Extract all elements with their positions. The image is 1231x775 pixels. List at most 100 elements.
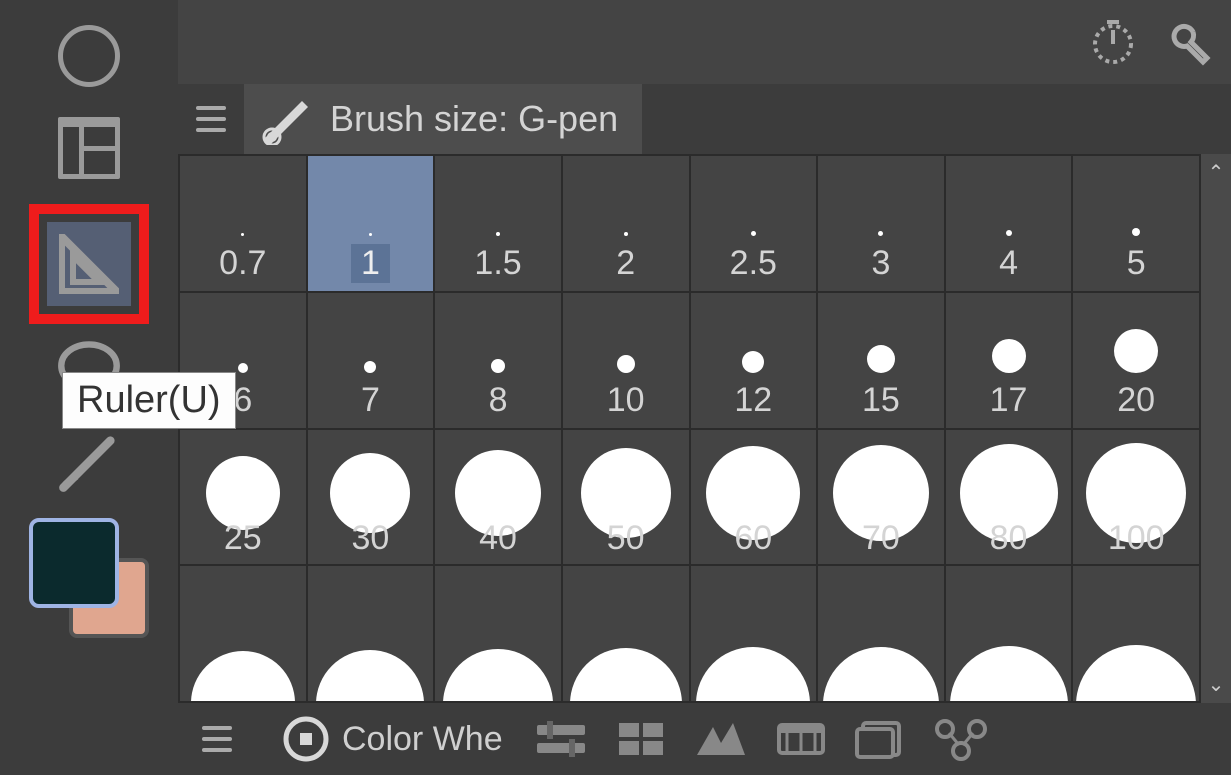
brush-size-tab[interactable]: Brush size: G-pen: [244, 84, 642, 154]
brush-dot: [1132, 228, 1140, 236]
brush-dot: [443, 649, 553, 701]
brush-dot: [992, 339, 1026, 373]
brush-size-label: 30: [352, 519, 390, 558]
brush-tool[interactable]: [49, 422, 129, 502]
circle-tool-icon: [58, 25, 120, 87]
brush-size-80[interactable]: 80: [946, 430, 1072, 565]
brush-size-grid: 0.71 1.5 2 2.5 3 4 5 6 7 8 10 121517 20 25 30 40 5060 70 8…: [178, 154, 1201, 703]
color-swatches[interactable]: [29, 518, 149, 638]
scroll-down-icon[interactable]: ⌄: [1208, 672, 1225, 697]
brush-size-label: 1.5: [474, 244, 521, 283]
topbar: [178, 0, 1231, 84]
brush-size-label: 20: [1117, 381, 1155, 420]
brush-size-label: 70: [862, 519, 900, 558]
brush-size-50[interactable]: 50: [563, 430, 689, 565]
brush-dot: [316, 650, 424, 701]
intermediate-color-tab-icon[interactable]: [693, 717, 749, 761]
brush-size-label: 5: [1127, 244, 1146, 283]
brush-size-partial-4[interactable]: [691, 566, 817, 701]
brush-size-5[interactable]: 5: [1073, 156, 1199, 291]
brush-size-partial-5[interactable]: [818, 566, 944, 701]
brush-size-label: 8: [489, 381, 508, 420]
brush-size-label: 40: [479, 519, 517, 558]
approximate-color-tab-icon[interactable]: [773, 717, 829, 761]
brush-size-partial-6[interactable]: [946, 566, 1072, 701]
brush-panel-header: Brush size: G-pen: [178, 84, 1231, 154]
brush-size-label: 2: [616, 244, 635, 283]
brush-size-15[interactable]: 15: [818, 293, 944, 428]
brush-size-3[interactable]: 3: [818, 156, 944, 291]
brush-size-1.5[interactable]: 1.5: [435, 156, 561, 291]
color-slider-tab-icon[interactable]: [533, 717, 589, 761]
brush-dot: [617, 355, 635, 373]
color-history-tab-icon[interactable]: [853, 717, 909, 761]
color-mixing-tab-icon[interactable]: [933, 717, 989, 761]
panel-menu-button[interactable]: [186, 94, 236, 144]
brush-size-body: 0.71 1.5 2 2.5 3 4 5 6 7 8 10 121517 20 25 30 40 5060 70 8…: [178, 154, 1231, 703]
brush-size-label: 80: [990, 519, 1028, 558]
brush-size-60[interactable]: 60: [691, 430, 817, 565]
scroll-up-icon[interactable]: ⌃: [1208, 160, 1225, 185]
foreground-color-swatch[interactable]: [29, 518, 119, 608]
brush-dot: [570, 648, 682, 701]
brush-dot: [878, 231, 883, 236]
circle-tool[interactable]: [49, 16, 129, 96]
brush-size-0.7[interactable]: 0.7: [180, 156, 306, 291]
brush-size-2.5[interactable]: 2.5: [691, 156, 817, 291]
timer-icon[interactable]: [1087, 14, 1139, 71]
brush-dot: [624, 232, 628, 236]
brush-dot: [867, 345, 895, 373]
brush-dot: [191, 651, 295, 701]
brush-size-17[interactable]: 17: [946, 293, 1072, 428]
brush-size-label: 6: [233, 381, 252, 420]
brush-size-1[interactable]: 1: [308, 156, 434, 291]
brush-size-2[interactable]: 2: [563, 156, 689, 291]
pen-icon: [258, 89, 314, 150]
brush-size-partial-3[interactable]: [563, 566, 689, 701]
brush-dot: [241, 233, 244, 236]
brush-dot: [369, 233, 372, 236]
color-wheel-tab[interactable]: Color Whe: [274, 707, 509, 771]
brush-icon: [57, 430, 121, 494]
wrench-icon[interactable]: [1159, 14, 1211, 71]
brush-size-20[interactable]: 20: [1073, 293, 1199, 428]
brush-dot: [751, 231, 756, 236]
panel-tool[interactable]: [49, 108, 129, 188]
brush-size-partial-7[interactable]: [1073, 566, 1199, 701]
brush-size-7[interactable]: 7: [308, 293, 434, 428]
brush-size-8[interactable]: 8: [435, 293, 561, 428]
brush-size-25[interactable]: 25: [180, 430, 306, 565]
brush-size-100[interactable]: 100: [1073, 430, 1199, 565]
brush-size-label: 10: [607, 381, 645, 420]
brush-size-partial-1[interactable]: [308, 566, 434, 701]
tooltip: Ruler(U): [62, 372, 236, 429]
panel-tool-icon: [58, 117, 120, 179]
tool-sidebar: Ruler(U): [0, 0, 178, 775]
brush-size-30[interactable]: 30: [308, 430, 434, 565]
bottom-menu-button[interactable]: [192, 714, 242, 764]
brush-size-partial-0[interactable]: [180, 566, 306, 701]
brush-size-10[interactable]: 10: [563, 293, 689, 428]
brush-dot: [491, 359, 505, 373]
brush-size-4[interactable]: 4: [946, 156, 1072, 291]
brush-size-label: 25: [224, 519, 262, 558]
brush-dot: [364, 361, 376, 373]
color-wheel-icon: [280, 713, 332, 765]
brush-size-label: 7: [361, 381, 380, 420]
ruler-icon: [59, 234, 119, 294]
brush-size-partial-2[interactable]: [435, 566, 561, 701]
color-set-tab-icon[interactable]: [613, 717, 669, 761]
brush-dot: [696, 647, 810, 701]
brush-size-label: 3: [871, 244, 890, 283]
ruler-tool-highlight[interactable]: [29, 204, 149, 324]
brush-dot: [1076, 645, 1196, 701]
brush-size-70[interactable]: 70: [818, 430, 944, 565]
brush-size-40[interactable]: 40: [435, 430, 561, 565]
brush-dot: [742, 351, 764, 373]
brush-dot: [950, 646, 1068, 701]
bottom-tab-bar: Color Whe: [178, 703, 1231, 775]
scrollbar[interactable]: ⌃ ⌄: [1201, 154, 1231, 703]
brush-size-label: 2.5: [730, 244, 777, 283]
brush-dot: [496, 232, 500, 236]
brush-size-12[interactable]: 12: [691, 293, 817, 428]
